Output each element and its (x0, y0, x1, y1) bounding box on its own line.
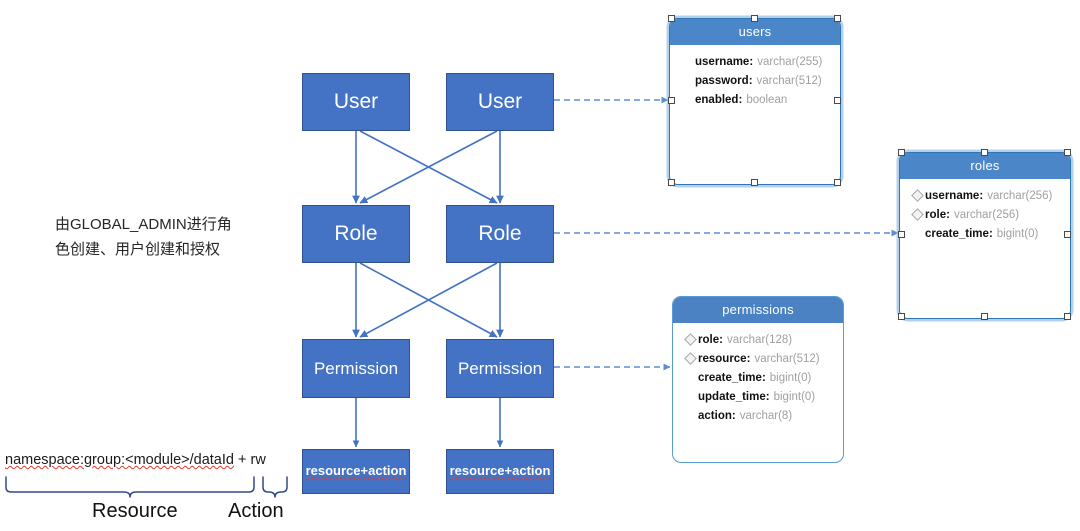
db-field-type: bigint(0) (996, 227, 1039, 240)
resource-expression-resource-part: namespace:group:<module>/dataId (5, 452, 234, 468)
db-field-name: create_time (925, 227, 989, 240)
wire-role-right-to-permission-left (359, 262, 498, 338)
db-field-row: password: varchar(512) (674, 71, 836, 90)
db-field-row: resource: varchar(512) (677, 349, 839, 368)
db-field-type: varchar(256) (953, 208, 1020, 221)
admin-note-text: 由GLOBAL_ADMIN进行角 色创建、用户创建和授权 (55, 216, 232, 258)
db-field-row: update_time: bigint(0) (677, 387, 839, 406)
flow-box-label: Role (334, 221, 378, 245)
db-table-permissions[interactable]: permissions role: varchar(128) resource:… (672, 296, 844, 463)
resize-handle-nw[interactable] (668, 15, 675, 22)
brace-resource (5, 476, 255, 498)
flow-box-role-left[interactable]: Role (302, 205, 410, 263)
flow-box-resource-action-right[interactable]: resource+action (446, 449, 554, 494)
resize-handle-e[interactable] (1064, 231, 1071, 238)
db-field-name: create_time (698, 371, 762, 384)
resize-handle-w[interactable] (668, 97, 675, 104)
db-field-row: username: varchar(256) (904, 186, 1066, 205)
flow-box-label: Permission (457, 358, 543, 378)
flow-box-role-right[interactable]: Role (446, 205, 554, 263)
resize-handle-e[interactable] (834, 97, 841, 104)
db-field-name: resource (698, 352, 747, 365)
db-field-name: username (695, 55, 750, 68)
db-table-title: roles (900, 153, 1070, 179)
db-field-name: action (698, 409, 732, 422)
resize-handle-s[interactable] (751, 179, 758, 186)
key-slot (910, 208, 925, 221)
resize-handle-sw[interactable] (898, 313, 905, 320)
resize-handle-se[interactable] (834, 179, 841, 186)
key-slot (683, 333, 698, 346)
key-slot (910, 189, 925, 202)
db-field-name: update_time (698, 390, 766, 403)
brace-action (262, 476, 288, 498)
resource-expression-action-part: rw (250, 452, 266, 468)
flow-box-label: Role (478, 221, 522, 245)
db-field-type: varchar(255) (757, 55, 823, 68)
db-table-fields: username: varchar(256) role: varchar(256… (900, 179, 1070, 247)
db-table-fields: role: varchar(128) resource: varchar(512… (673, 323, 843, 429)
db-table-users[interactable]: users username: varchar(255) password: v… (669, 18, 841, 185)
db-field-type: varchar(8) (739, 409, 793, 422)
db-field-row: create_time: bigint(0) (904, 224, 1066, 243)
key-slot (683, 352, 698, 365)
wire-user-right-to-role-left (359, 130, 498, 204)
flow-box-label: Permission (313, 358, 399, 378)
flow-box-label: User (477, 89, 523, 113)
db-field-row: enabled: boolean (674, 90, 836, 109)
db-field-type: boolean (746, 93, 788, 106)
db-field-type: varchar(256) (987, 189, 1053, 202)
flow-box-permission-left[interactable]: Permission (302, 339, 410, 398)
resource-expression-plus: + (233, 452, 251, 468)
legend-action-label: Action (228, 500, 284, 522)
db-field-type: bigint(0) (773, 390, 816, 403)
db-table-fields: username: varchar(255) password: varchar… (670, 45, 840, 113)
resize-handle-w[interactable] (898, 231, 905, 238)
resize-handle-sw[interactable] (668, 179, 675, 186)
flow-box-label: resource+action (305, 463, 407, 479)
db-table-roles[interactable]: roles username: varchar(256) role: varch… (899, 152, 1071, 319)
db-field-type: varchar(512) (754, 352, 820, 365)
wire-role-left-to-permission-right (359, 262, 498, 338)
db-field-row: username: varchar(255) (674, 52, 836, 71)
diagram-canvas: User Role Permission resource+action Use… (0, 0, 1080, 531)
db-field-name: role (698, 333, 720, 346)
db-field-row: action: varchar(8) (677, 406, 839, 425)
resize-handle-se[interactable] (1064, 313, 1071, 320)
flow-box-resource-action-left[interactable]: resource+action (302, 449, 410, 494)
db-field-row: role: varchar(128) (677, 330, 839, 349)
db-field-name: password (695, 74, 749, 87)
flow-box-user-left[interactable]: User (302, 73, 410, 131)
resize-handle-s[interactable] (981, 313, 988, 320)
db-table-title: permissions (673, 297, 843, 323)
flow-box-permission-right[interactable]: Permission (446, 339, 554, 398)
db-field-name: role (925, 208, 947, 221)
db-field-name: username (925, 189, 980, 202)
resize-handle-n[interactable] (751, 15, 758, 22)
db-field-type: bigint(0) (769, 371, 812, 384)
resize-handle-ne[interactable] (834, 15, 841, 22)
flow-box-label: User (333, 89, 379, 113)
resource-expression: namespace:group:<module>/dataId + rw (5, 452, 266, 468)
index-key-icon (911, 208, 924, 221)
db-field-type: varchar(128) (726, 333, 793, 346)
db-field-row: create_time: bigint(0) (677, 368, 839, 387)
db-field-row: role: varchar(256) (904, 205, 1066, 224)
resize-handle-nw[interactable] (898, 149, 905, 156)
index-key-icon (684, 333, 697, 346)
index-key-icon (684, 352, 697, 365)
flow-box-label: resource+action (449, 463, 551, 479)
resize-handle-ne[interactable] (1064, 149, 1071, 156)
db-field-name: enabled (695, 93, 739, 106)
legend-resource-label: Resource (92, 500, 178, 522)
wire-user-left-to-role-right (359, 130, 498, 204)
index-key-icon (911, 189, 924, 202)
flow-box-user-right[interactable]: User (446, 73, 554, 131)
resize-handle-n[interactable] (981, 149, 988, 156)
db-table-title: users (670, 19, 840, 45)
db-field-type: varchar(512) (756, 74, 822, 87)
